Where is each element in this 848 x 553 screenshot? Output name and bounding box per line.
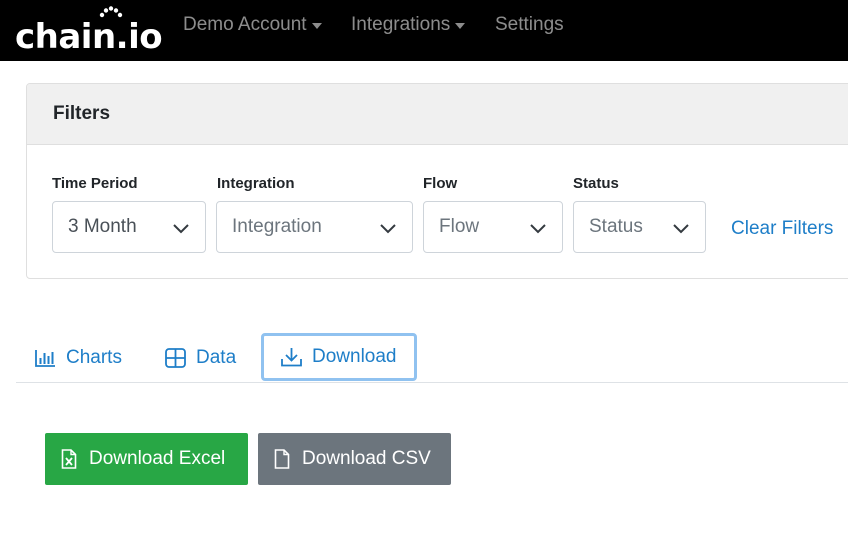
- grid-icon: [165, 347, 186, 368]
- chain-io-logo[interactable]: chain.io: [15, 6, 163, 57]
- excel-file-icon: [61, 449, 77, 469]
- tab-charts[interactable]: Charts: [35, 334, 122, 381]
- tab-data-label: Data: [196, 346, 237, 368]
- filters-card-header: Filters: [27, 84, 848, 145]
- tab-download-label: Download: [312, 346, 397, 367]
- bar-chart-icon: [35, 349, 55, 367]
- download-icon: [281, 348, 302, 367]
- clear-filters-link[interactable]: Clear Filters: [731, 218, 833, 240]
- tab-data[interactable]: Data: [165, 334, 236, 381]
- chevron-down-icon: [173, 224, 189, 234]
- nav-settings-link[interactable]: Settings: [495, 14, 564, 36]
- download-csv-label: Download CSV: [302, 448, 431, 469]
- time-period-label: Time Period: [52, 175, 138, 192]
- time-period-select[interactable]: 3 Month: [52, 201, 206, 253]
- nav-settings-label: Settings: [495, 14, 564, 35]
- status-placeholder: Status: [589, 216, 643, 237]
- file-icon: [274, 449, 290, 469]
- logo-text: chain.io: [15, 17, 163, 57]
- chevron-down-icon: [530, 224, 546, 234]
- status-label: Status: [573, 175, 619, 192]
- nav-demo-account-dropdown[interactable]: Demo Account: [183, 14, 322, 36]
- top-navbar: chain.io Demo Account Integrations Setti…: [0, 0, 848, 61]
- download-csv-button[interactable]: Download CSV: [258, 433, 451, 485]
- integration-label: Integration: [217, 175, 295, 192]
- status-select[interactable]: Status: [573, 201, 706, 253]
- caret-down-icon: [311, 23, 322, 29]
- filters-title: Filters: [53, 103, 111, 124]
- flow-select[interactable]: Flow: [423, 201, 563, 253]
- chevron-down-icon: [380, 224, 396, 234]
- integration-placeholder: Integration: [232, 216, 322, 237]
- nav-demo-account-label: Demo Account: [183, 14, 307, 35]
- nav-integrations-dropdown[interactable]: Integrations: [351, 14, 466, 36]
- flow-label: Flow: [423, 175, 458, 192]
- chevron-down-icon: [673, 224, 689, 234]
- tab-charts-label: Charts: [66, 346, 122, 368]
- tab-download[interactable]: Download: [261, 333, 417, 381]
- flow-placeholder: Flow: [439, 216, 480, 237]
- tabs-divider: [16, 382, 848, 383]
- download-excel-button[interactable]: Download Excel: [45, 433, 248, 485]
- download-excel-label: Download Excel: [89, 448, 226, 469]
- nav-integrations-label: Integrations: [351, 14, 451, 35]
- integration-select[interactable]: Integration: [216, 201, 413, 253]
- time-period-value: 3 Month: [68, 216, 137, 237]
- caret-down-icon: [455, 23, 466, 29]
